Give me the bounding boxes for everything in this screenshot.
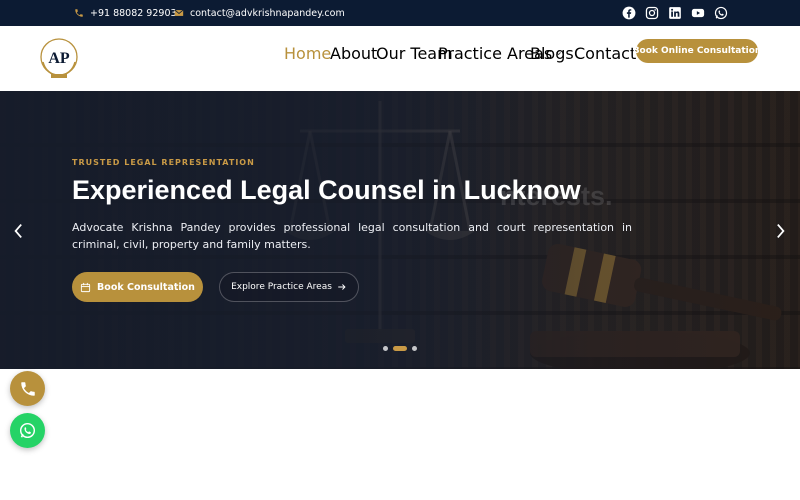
phone-icon	[75, 9, 83, 17]
slider-dot-3[interactable]	[412, 346, 417, 351]
book-consultation-label: Book Consultation	[97, 281, 195, 293]
facebook-icon[interactable]	[621, 5, 636, 20]
chevron-left-icon	[14, 224, 22, 238]
whatsapp-icon	[19, 422, 36, 439]
floating-whatsapp-button[interactable]	[10, 413, 45, 448]
email-contact[interactable]: contact@advkrishnapandey.com	[174, 0, 345, 26]
hero-title: Experienced Legal Counsel in Lucknow	[72, 175, 581, 205]
slider-next-arrow[interactable]	[771, 220, 791, 242]
explore-practice-areas-label: Explore Practice Areas	[231, 282, 332, 292]
calendar-icon	[80, 282, 91, 292]
explore-practice-areas-button[interactable]: Explore Practice Areas	[219, 272, 359, 302]
nav-item-about[interactable]: About	[330, 44, 377, 63]
instagram-icon[interactable]	[644, 5, 659, 20]
svg-text:AP: AP	[48, 50, 70, 67]
slider-dots	[383, 346, 417, 351]
floating-call-button[interactable]	[10, 371, 45, 406]
hero-slider: nterests. TRUSTED LEGAL REPRESENTATION E…	[0, 91, 800, 369]
arrow-right-icon	[338, 284, 346, 290]
email-address: contact@advkrishnapandey.com	[190, 7, 345, 19]
mail-icon	[174, 9, 184, 16]
top-contact-bar: +91 88082 92903 contact@advkrishnapandey…	[0, 0, 800, 26]
linkedin-icon[interactable]	[667, 5, 682, 20]
nav-label: Contact	[574, 44, 637, 63]
nav-label: Blogs	[530, 44, 574, 63]
book-online-consultation-button[interactable]: Book Online Consultation	[633, 39, 761, 63]
site-logo[interactable]: AP	[38, 36, 80, 82]
hero-eyebrow: TRUSTED LEGAL REPRESENTATION	[72, 158, 255, 167]
phone-number: +91 88082 92903	[90, 7, 177, 19]
phone-icon	[20, 381, 35, 396]
nav-label: About	[330, 44, 378, 63]
book-consultation-button[interactable]: Book Consultation	[72, 272, 203, 302]
whatsapp-icon[interactable]	[713, 5, 728, 20]
nav-item-home[interactable]: Home	[284, 44, 331, 63]
hero-description: Advocate Krishna Pandey provides profess…	[72, 221, 632, 251]
youtube-icon[interactable]	[690, 5, 705, 20]
chevron-right-icon	[777, 224, 785, 238]
slider-prev-arrow[interactable]	[8, 220, 28, 242]
phone-contact[interactable]: +91 88082 92903	[74, 0, 177, 26]
nav-item-blogs[interactable]: Blogs	[530, 44, 574, 63]
social-links	[621, 5, 728, 20]
main-navbar: AP Home About Our Team Practice Areas Bl…	[0, 26, 800, 91]
slider-dot-2[interactable]	[393, 346, 407, 351]
slider-dot-1[interactable]	[383, 346, 388, 351]
nav-label: Home	[284, 44, 332, 63]
